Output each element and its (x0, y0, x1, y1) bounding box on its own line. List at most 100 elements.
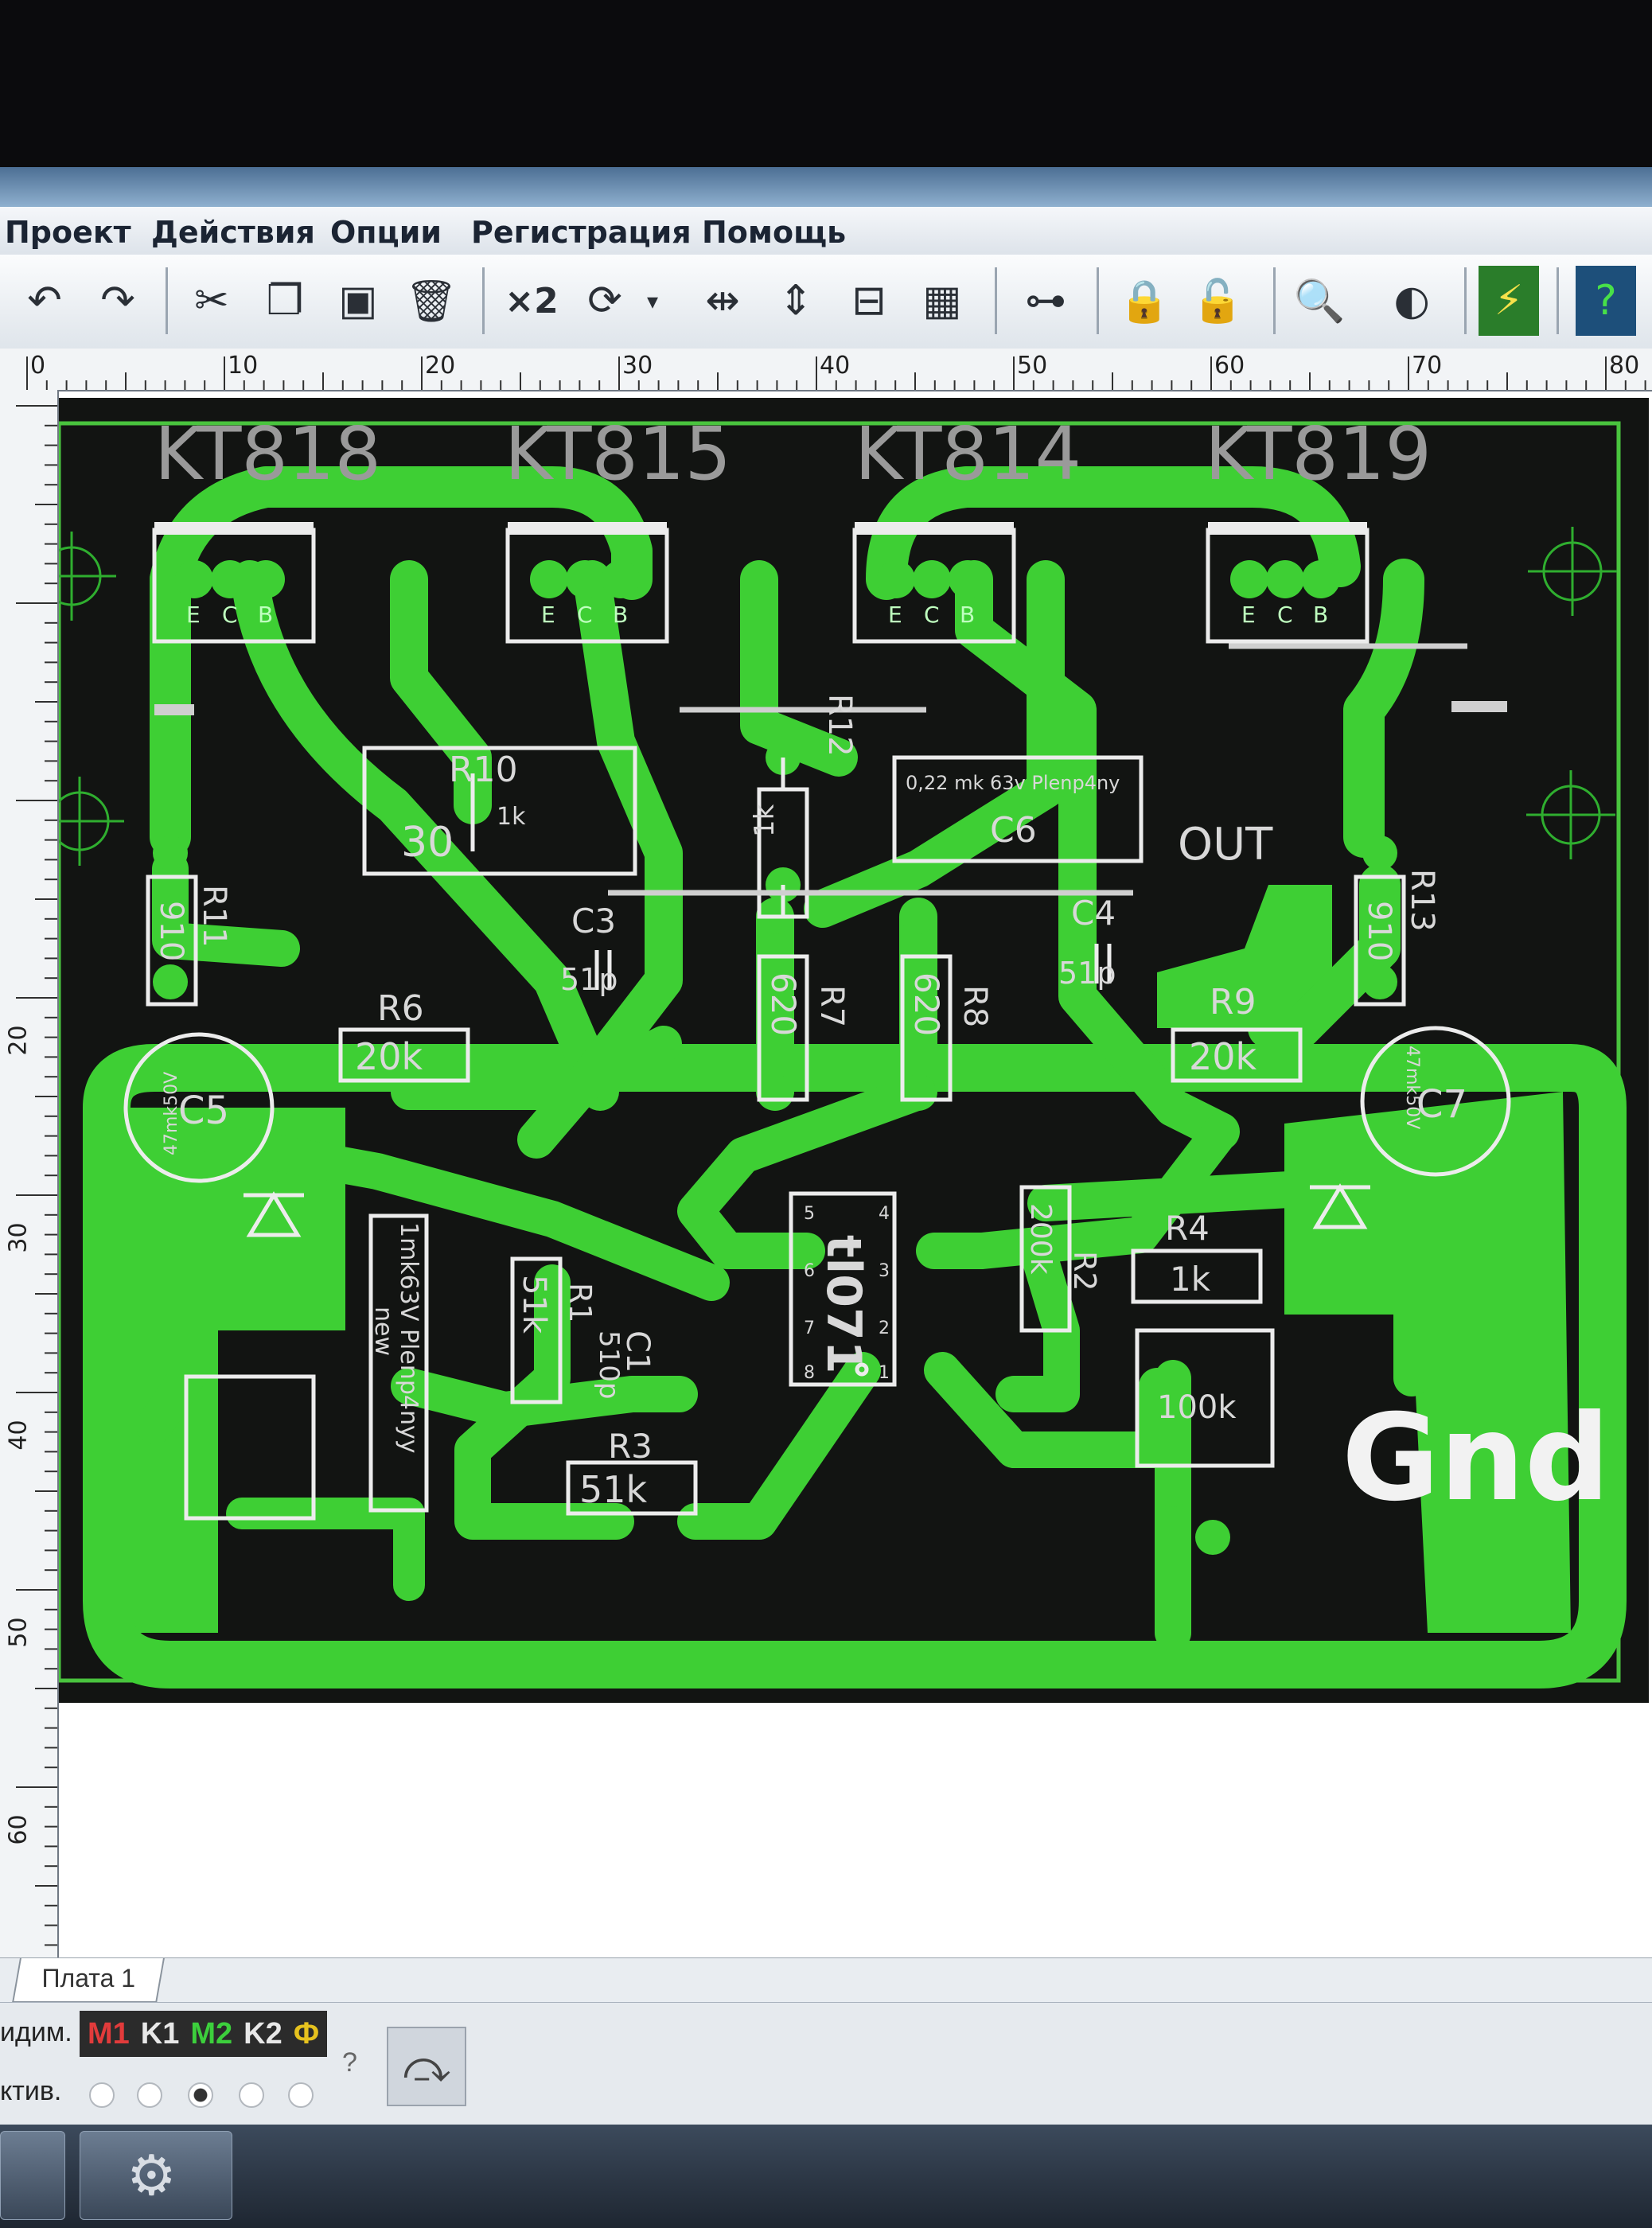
help-mark[interactable]: ? (342, 2047, 357, 2078)
mirror-horizontal-icon[interactable]: ⇹ (692, 266, 753, 336)
c3-ref: C3 (571, 902, 616, 941)
r11-value: 910 (153, 901, 189, 961)
pin-label: C (222, 602, 238, 628)
layer-f[interactable]: Ф (294, 2017, 319, 2051)
gnd-label: Gnd (1342, 1389, 1610, 1528)
undo-icon[interactable]: ↶ (14, 266, 75, 336)
input-cap-value: 1mk63V Plenp4nyy (395, 1222, 423, 1453)
layer-m1[interactable]: M1 (88, 2017, 130, 2051)
menu-registration[interactable]: Регистрация (471, 215, 692, 250)
transistor-label: KT814 (855, 411, 1081, 497)
contrast-icon[interactable]: ◐ (1381, 266, 1442, 336)
pin-label: B (1313, 602, 1328, 628)
taskbar-sprint-layout-button[interactable]: ⚙ (80, 2131, 232, 2220)
app-icon: ⚙ (127, 2144, 177, 2207)
ruler-label: 20 (4, 1025, 33, 1056)
out-label: OUT (1178, 819, 1273, 871)
ic-pin: 3 (879, 1261, 890, 1281)
rotate-icon[interactable]: ⟳ (575, 266, 635, 336)
pin-label: B (258, 602, 273, 628)
layer-k1[interactable]: K1 (141, 2017, 180, 2051)
active-radio-m1[interactable] (89, 2082, 115, 2108)
active-layer-label: ктив. (0, 2076, 62, 2106)
r10-extra: 1k (497, 803, 526, 831)
layer-m2[interactable]: M2 (190, 2017, 232, 2051)
component-icon[interactable]: ▦ (912, 266, 972, 336)
connection-icon[interactable]: ⊶ (1015, 266, 1076, 336)
mirror-vertical-icon[interactable]: ⇕ (766, 266, 826, 336)
menu-help[interactable]: Помощь (702, 215, 846, 250)
ic-pin: 7 (804, 1318, 815, 1338)
r1-value: 51k (516, 1275, 552, 1334)
active-radio-k1[interactable] (137, 2082, 162, 2108)
r4-value: 1k (1170, 1260, 1211, 1299)
pcb-board[interactable]: KT818 KT815 KT814 KT819 E C B E C B E C … (59, 391, 1652, 1903)
r7-ref: R7 (813, 985, 850, 1027)
switch-icon[interactable]: ⤼ (387, 2027, 466, 2106)
zoom-icon[interactable]: 🔍 (1289, 266, 1350, 336)
ic-pin: 6 (804, 1261, 815, 1281)
active-radio-k2[interactable] (239, 2082, 264, 2108)
layer-k2[interactable]: K2 (244, 2017, 282, 2051)
pin-label: E (888, 602, 902, 628)
c4-value: 51p (1058, 956, 1116, 991)
r9-value: 20k (1189, 1035, 1257, 1078)
ic-pin: 5 (804, 1204, 815, 1224)
tab-board-1[interactable]: Плата 1 (12, 1958, 165, 2003)
ruler-label: 40 (820, 352, 851, 380)
r12-ref: R12 (821, 694, 858, 757)
rotate-dropdown-icon[interactable]: ▾ (637, 266, 668, 336)
ruler-label: 80 (1609, 352, 1640, 380)
transistor-label: KT815 (505, 411, 731, 497)
r11-ref: R11 (196, 885, 232, 948)
unlock-icon[interactable]: 🔓 (1187, 266, 1248, 336)
c5-ref: C5 (178, 1089, 229, 1133)
pin-label: C (1277, 602, 1293, 628)
c5-value: 47mk50V (162, 1072, 181, 1155)
r6-ref: R6 (377, 988, 424, 1029)
ruler-label: 0 (30, 352, 46, 380)
pin-label: C (577, 602, 593, 628)
ruler-label: 50 (4, 1617, 33, 1648)
menu-options[interactable]: Опции (330, 215, 442, 250)
active-radio-f[interactable] (288, 2082, 314, 2108)
taskbar: ⚙ (0, 2125, 1652, 2228)
ruler-label: 10 (228, 352, 259, 380)
r6-value: 20k (355, 1035, 423, 1078)
c3-value: 51p (560, 962, 618, 997)
toolbar-separator (1273, 267, 1276, 334)
redo-icon[interactable]: ↷ (88, 266, 148, 336)
ruler-label: 60 (4, 1814, 33, 1845)
pcb-canvas[interactable]: KT818 KT815 KT814 KT819 E C B E C B E C … (59, 391, 1652, 2101)
tab-board-label: Плата 1 (41, 1964, 136, 1992)
r12-value: 1k (749, 804, 781, 837)
r10-value: 30 (401, 819, 454, 867)
horizontal-ruler: 0 10 20 30 40 50 60 70 80 (0, 349, 1652, 391)
align-icon[interactable]: ⊟ (839, 266, 899, 336)
pin-label: E (541, 602, 555, 628)
taskbar-app-button[interactable] (0, 2131, 65, 2220)
properties-icon[interactable]: ? (1576, 266, 1636, 336)
cut-icon[interactable]: ✂ (181, 266, 242, 336)
ruler-label: 20 (425, 352, 456, 380)
menu-actions[interactable]: Действия (151, 215, 315, 250)
duplicate-button[interactable]: ×2 (501, 266, 562, 336)
pot-value: 100k (1157, 1389, 1237, 1426)
autoroute-icon[interactable]: ⚡ (1479, 266, 1539, 336)
c7-ref: C7 (1416, 1082, 1467, 1127)
lock-icon[interactable]: 🔒 (1114, 266, 1175, 336)
r8-value: 620 (907, 972, 946, 1036)
r9-ref: R9 (1210, 982, 1257, 1022)
transistor-label: KT819 (1205, 411, 1432, 497)
active-radio-m2[interactable] (188, 2082, 213, 2108)
paste-icon[interactable]: ▣ (328, 266, 388, 336)
c1-ref: C1 (619, 1330, 656, 1373)
delete-icon[interactable]: 🗑 (401, 266, 462, 336)
input-cap-sub: new (369, 1307, 397, 1356)
menu-project[interactable]: Проект (5, 215, 131, 250)
r8-ref: R8 (957, 985, 993, 1027)
copy-icon[interactable]: ❐ (255, 266, 315, 336)
ruler-label: 30 (4, 1222, 33, 1253)
ruler-label: 70 (1412, 352, 1443, 380)
sheet-tabs: Плата 1 (0, 1957, 1652, 2003)
